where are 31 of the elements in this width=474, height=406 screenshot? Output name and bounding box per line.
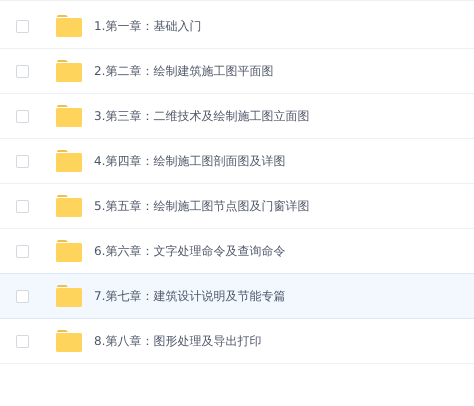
folder-icon bbox=[56, 195, 82, 217]
folder-icon bbox=[56, 330, 82, 352]
checkbox[interactable] bbox=[16, 154, 29, 168]
checkbox[interactable] bbox=[16, 64, 29, 78]
folder-name: 2.第二章：绘制建筑施工图平面图 bbox=[94, 62, 274, 80]
folder-name: 5.第五章：绘制施工图节点图及门窗详图 bbox=[94, 198, 310, 214]
folder-name: 7.第七章：建筑设计说明及节能专篇 bbox=[94, 288, 286, 304]
folder-name: 8.第八章：图形处理及导出打印 bbox=[94, 332, 262, 350]
folder-icon bbox=[56, 150, 82, 172]
folder-name: 6.第六章：文字处理命令及查询命令 bbox=[94, 242, 286, 260]
folder-name: 4.第四章：绘制施工图剖面图及详图 bbox=[94, 152, 286, 170]
folder-icon bbox=[56, 60, 82, 82]
checkbox[interactable] bbox=[16, 200, 29, 212]
file-row[interactable]: 8.第八章：图形处理及导出打印 bbox=[0, 318, 474, 364]
checkbox[interactable] bbox=[16, 110, 29, 122]
checkbox[interactable] bbox=[16, 290, 29, 302]
folder-icon bbox=[56, 105, 82, 127]
folder-name: 3.第三章：二维技术及绘制施工图立面图 bbox=[94, 108, 310, 124]
file-row[interactable]: 1.第一章：基础入门 bbox=[0, 3, 474, 49]
folder-name: 1.第一章：基础入门 bbox=[94, 18, 202, 34]
file-row[interactable]: 5.第五章：绘制施工图节点图及门窗详图 bbox=[0, 183, 474, 229]
checkbox[interactable] bbox=[16, 244, 29, 258]
folder-icon bbox=[56, 15, 82, 37]
file-row[interactable]: 4.第四章：绘制施工图剖面图及详图 bbox=[0, 138, 474, 184]
checkbox[interactable] bbox=[16, 334, 29, 348]
folder-icon bbox=[56, 285, 82, 307]
checkbox[interactable] bbox=[16, 20, 29, 32]
folder-icon bbox=[56, 240, 82, 262]
file-row[interactable]: 7.第七章：建筑设计说明及节能专篇 bbox=[0, 273, 474, 319]
file-row[interactable]: 2.第二章：绘制建筑施工图平面图 bbox=[0, 48, 474, 94]
file-row[interactable]: 3.第三章：二维技术及绘制施工图立面图 bbox=[0, 93, 474, 139]
